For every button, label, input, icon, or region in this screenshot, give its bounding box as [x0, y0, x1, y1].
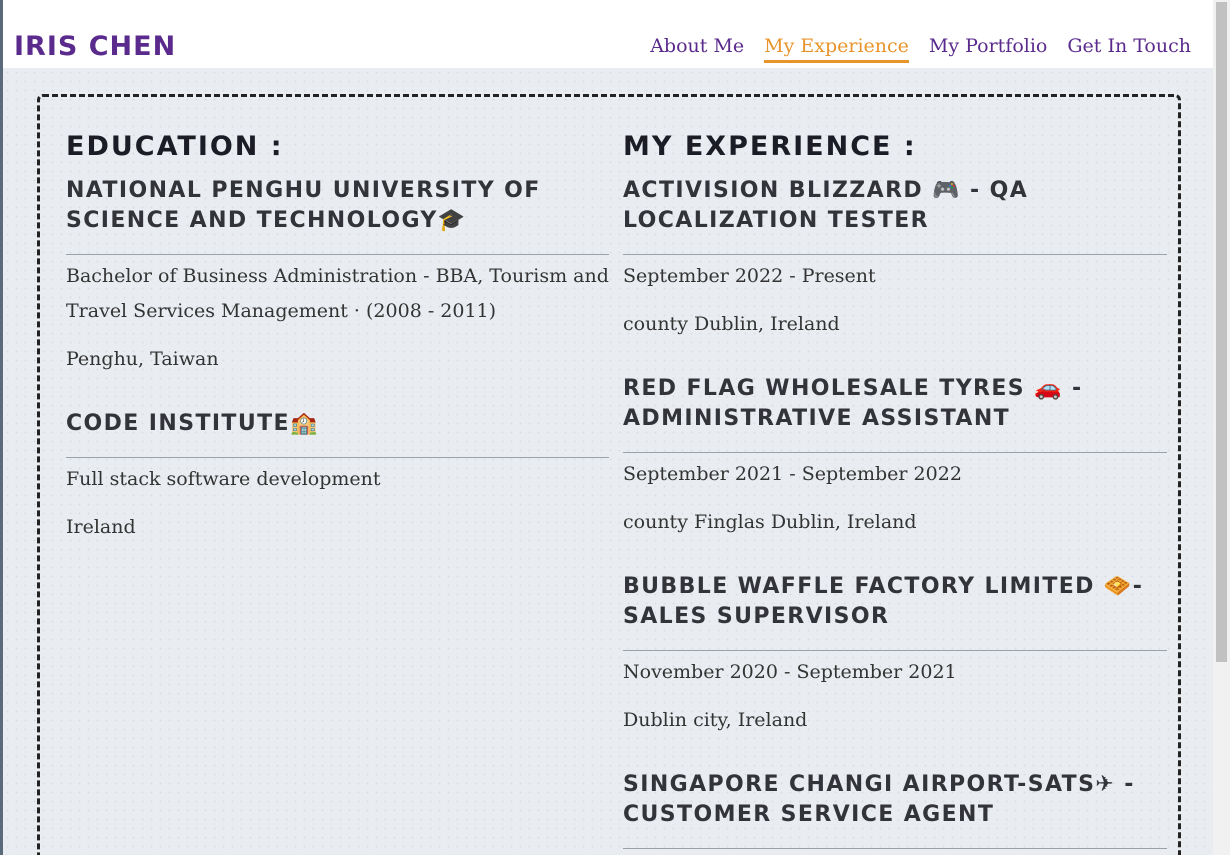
- experience-entry: ACTIVISION BLIZZARD 🎮 - QA LOCALIZATION …: [623, 176, 1167, 342]
- entry-location: Ireland: [66, 516, 136, 538]
- experience-entry: BUBBLE WAFFLE FACTORY LIMITED 🧇- SALES S…: [623, 572, 1167, 738]
- entry-title: SINGAPORE CHANGI AIRPORT-SATS✈ - CUSTOME…: [623, 770, 1167, 849]
- entry-location: county Finglas Dublin, Ireland: [623, 511, 917, 533]
- education-column: EDUCATION : NATIONAL PENGHU UNIVERSITY O…: [66, 131, 609, 577]
- nav-my-experience[interactable]: My Experience: [764, 35, 909, 63]
- entry-degree: Bachelor of Business Administration - BB…: [66, 265, 609, 322]
- nav-get-in-touch[interactable]: Get In Touch: [1067, 35, 1191, 63]
- nav-about-me[interactable]: About Me: [650, 35, 744, 63]
- experience-column: MY EXPERIENCE : ACTIVISION BLIZZARD 🎮 - …: [623, 131, 1167, 855]
- entry-dates: November 2020 - September 2021: [623, 661, 957, 683]
- experience-entry: SINGAPORE CHANGI AIRPORT-SATS✈ - CUSTOME…: [623, 770, 1167, 849]
- airplane-icon: ✈: [1095, 772, 1116, 797]
- entry-course: Full stack software development: [66, 468, 381, 490]
- gamepad-icon: 🎮: [932, 178, 961, 203]
- entry-dates: September 2022 - Present: [623, 265, 876, 287]
- entry-title: NATIONAL PENGHU UNIVERSITY OF SCIENCE AN…: [66, 176, 609, 255]
- navbar: IRIS CHEN About Me My Experience My Port…: [3, 0, 1213, 68]
- entry-title: CODE INSTITUTE🏫: [66, 409, 609, 458]
- scrollbar-thumb[interactable]: [1216, 2, 1227, 662]
- entry-company: ACTIVISION BLIZZARD: [623, 178, 924, 203]
- education-entry: NATIONAL PENGHU UNIVERSITY OF SCIENCE AN…: [66, 176, 609, 377]
- entry-location: Dublin city, Ireland: [623, 709, 808, 731]
- entry-dates: September 2021 - September 2022: [623, 463, 962, 485]
- experience-heading: MY EXPERIENCE :: [623, 131, 917, 162]
- entry-name: CODE INSTITUTE: [66, 411, 290, 436]
- entry-location: Penghu, Taiwan: [66, 348, 219, 370]
- nav-links: About Me My Experience My Portfolio Get …: [650, 35, 1191, 63]
- car-icon: 🚗: [1034, 376, 1063, 401]
- entry-company: SINGAPORE CHANGI AIRPORT-SATS: [623, 772, 1096, 797]
- education-entry: CODE INSTITUTE🏫 Full stack software deve…: [66, 409, 609, 545]
- nav-my-portfolio[interactable]: My Portfolio: [929, 35, 1047, 63]
- education-heading: EDUCATION :: [66, 131, 284, 162]
- entry-location: county Dublin, Ireland: [623, 313, 840, 335]
- entry-name: NATIONAL PENGHU UNIVERSITY OF SCIENCE AN…: [66, 178, 541, 233]
- school-building-icon: 🏫: [289, 411, 319, 436]
- main-content: EDUCATION : NATIONAL PENGHU UNIVERSITY O…: [3, 68, 1213, 855]
- entry-title: RED FLAG WHOLESALE TYRES 🚗 - ADMINISTRAT…: [623, 374, 1167, 453]
- entry-company: BUBBLE WAFFLE FACTORY LIMITED: [623, 574, 1095, 599]
- entry-company: RED FLAG WHOLESALE TYRES: [623, 376, 1026, 401]
- graduation-cap-icon: 🎓: [437, 208, 467, 233]
- waffle-icon: 🧇: [1103, 574, 1133, 599]
- page-scrollbar[interactable]: [1213, 0, 1230, 855]
- entry-title: BUBBLE WAFFLE FACTORY LIMITED 🧇- SALES S…: [623, 572, 1167, 651]
- experience-entry: RED FLAG WHOLESALE TYRES 🚗 - ADMINISTRAT…: [623, 374, 1167, 540]
- brand-logo[interactable]: IRIS CHEN: [14, 31, 176, 62]
- resume-frame: EDUCATION : NATIONAL PENGHU UNIVERSITY O…: [37, 94, 1181, 855]
- entry-title: ACTIVISION BLIZZARD 🎮 - QA LOCALIZATION …: [623, 176, 1167, 255]
